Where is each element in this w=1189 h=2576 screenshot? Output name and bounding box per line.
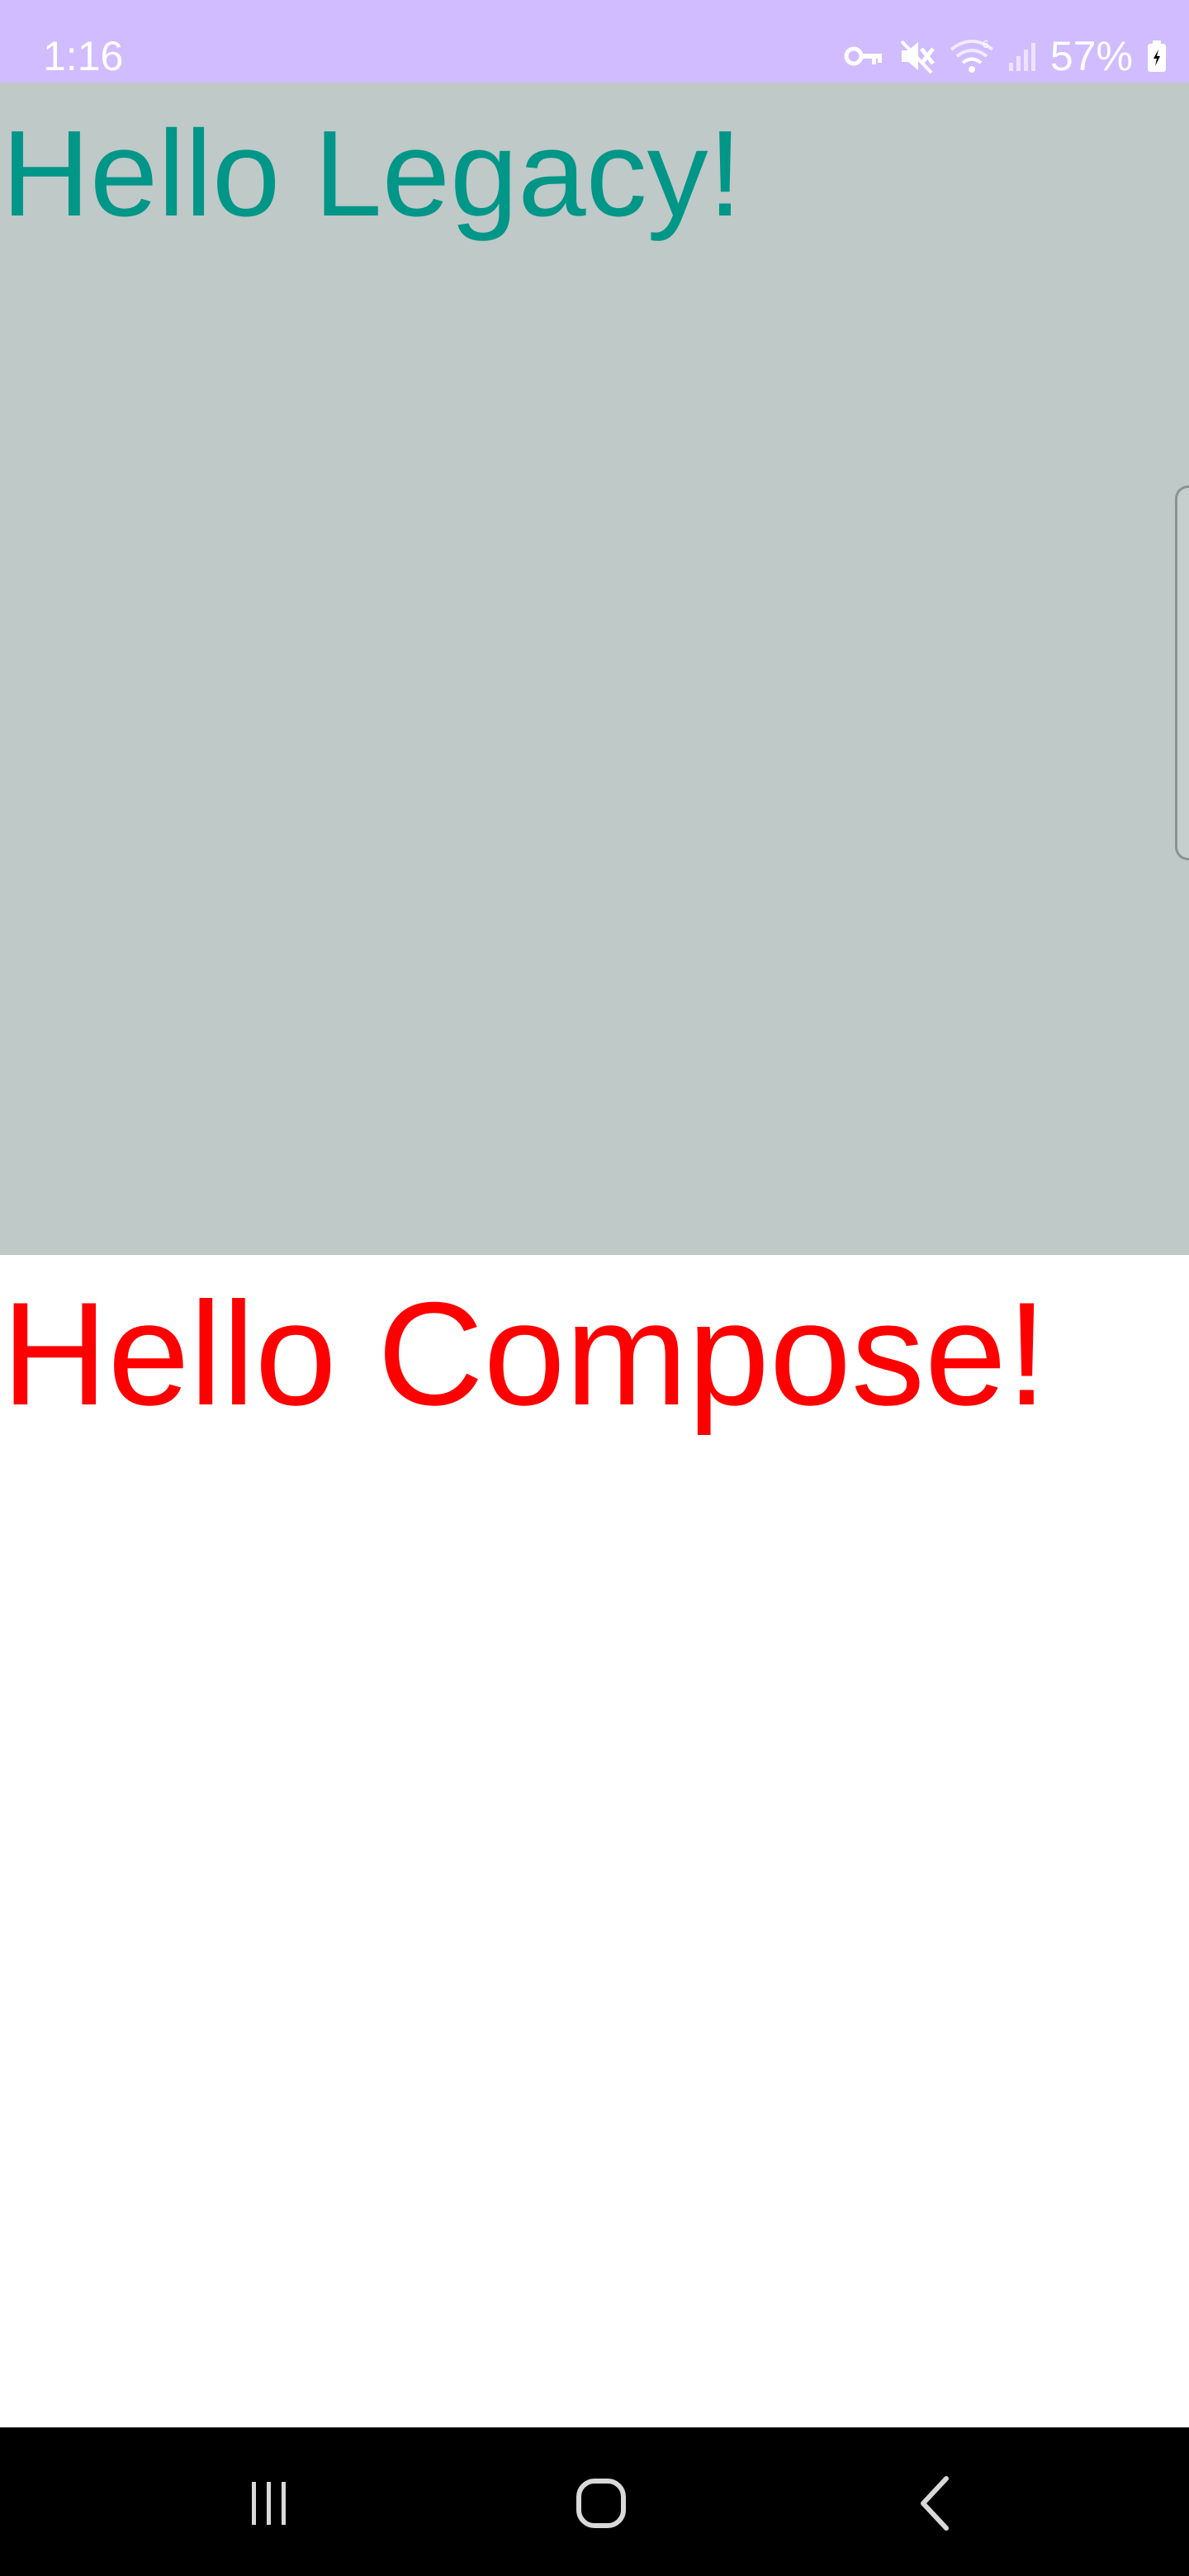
battery-icon [1146, 40, 1168, 73]
svg-text:6: 6 [983, 38, 988, 50]
recents-button[interactable] [219, 2462, 318, 2545]
legacy-view-panel: Hello Legacy! [0, 83, 1189, 1255]
status-time: 1:16 [43, 33, 124, 79]
recents-icon [252, 2482, 286, 2525]
home-button[interactable] [552, 2462, 651, 2545]
edge-panel-handle[interactable] [1175, 485, 1189, 860]
back-button[interactable] [885, 2462, 984, 2545]
navigation-bar [0, 2427, 1189, 2576]
compose-view-panel: Hello Compose! [0, 1255, 1189, 2427]
vpn-key-icon [844, 42, 885, 70]
legacy-greeting-text: Hello Legacy! [2, 106, 742, 242]
signal-icon [1007, 40, 1037, 73]
status-icons: 6 57% [844, 31, 1168, 81]
battery-percent: 57% [1049, 33, 1133, 79]
status-bar: 1:16 6 57% [0, 0, 1189, 83]
wifi-icon: 6 [950, 38, 994, 74]
mute-icon [898, 38, 936, 74]
compose-greeting-text: Hello Compose! [2, 1271, 1048, 1436]
back-icon [921, 2476, 949, 2531]
home-icon [576, 2479, 626, 2528]
